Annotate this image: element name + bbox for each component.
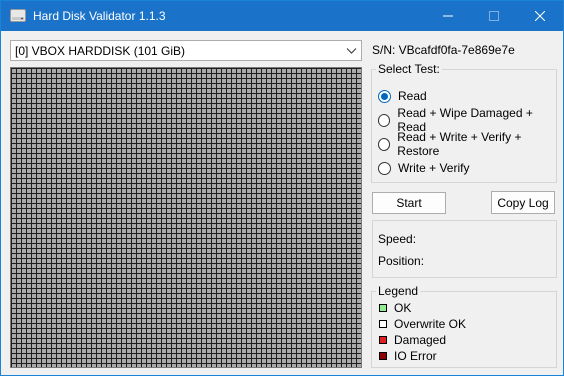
radio-read-label: Read bbox=[398, 89, 427, 103]
title-bar[interactable]: Hard Disk Validator 1.1.3 bbox=[1, 1, 563, 31]
legend-group: Legend OK Overwrite OK Damaged IO Error bbox=[371, 284, 557, 368]
radio-write-verify-label: Write + Verify bbox=[398, 161, 470, 175]
status-panel: Speed: Position: bbox=[372, 220, 557, 278]
legend-swatch-io-error bbox=[379, 352, 387, 360]
legend-title: Legend bbox=[378, 284, 419, 298]
radio-write-verify-indicator[interactable] bbox=[378, 161, 391, 175]
window-title: Hard Disk Validator 1.1.3 bbox=[33, 9, 166, 23]
minimize-icon bbox=[443, 15, 453, 17]
serial-number: S/N: VBcafdf0fa-7e869e7e bbox=[372, 43, 515, 57]
app-window: Hard Disk Validator 1.1.3 [0] VBOX HARDD… bbox=[0, 0, 564, 376]
legend-label-ok: OK bbox=[394, 301, 412, 315]
legend-label-damaged: Damaged bbox=[394, 333, 447, 347]
legend-label-overwrite-ok: Overwrite OK bbox=[394, 317, 467, 331]
legend-label-io-error: IO Error bbox=[394, 349, 437, 363]
maximize-button[interactable] bbox=[471, 1, 517, 31]
close-icon bbox=[535, 11, 545, 21]
position-label: Position: bbox=[378, 254, 425, 268]
block-map bbox=[10, 67, 362, 368]
disk-select-value: [0] VBOX HARDDISK (101 GiB) bbox=[15, 44, 186, 58]
legend-item-ok: OK bbox=[379, 301, 411, 315]
maximize-icon bbox=[489, 11, 499, 21]
hard-disk-icon bbox=[10, 9, 26, 22]
start-button[interactable]: Start bbox=[372, 192, 446, 214]
copy-log-button[interactable]: Copy Log bbox=[491, 191, 555, 214]
legend-item-overwrite-ok: Overwrite OK bbox=[379, 317, 466, 331]
legend-swatch-overwrite-ok bbox=[379, 320, 387, 328]
radio-read-write-verify-restore[interactable]: Read + Write + Verify + Restore bbox=[378, 130, 556, 158]
legend-item-io-error: IO Error bbox=[379, 349, 437, 363]
radio-write-verify[interactable]: Write + Verify bbox=[378, 160, 469, 176]
radio-read-indicator[interactable] bbox=[378, 89, 391, 103]
radio-read-write-verify-restore-indicator[interactable] bbox=[378, 137, 391, 151]
minimize-button[interactable] bbox=[425, 1, 471, 31]
radio-read-wipe-damaged-read-indicator[interactable] bbox=[378, 113, 391, 127]
legend-item-damaged: Damaged bbox=[379, 333, 446, 347]
radio-read[interactable]: Read bbox=[378, 88, 427, 104]
close-button[interactable] bbox=[517, 1, 563, 31]
radio-read-write-verify-restore-label: Read + Write + Verify + Restore bbox=[397, 130, 522, 158]
legend-swatch-ok bbox=[379, 304, 387, 312]
disk-select[interactable]: [0] VBOX HARDDISK (101 GiB) bbox=[10, 40, 362, 61]
block-map-grid bbox=[11, 68, 361, 367]
speed-label: Speed: bbox=[378, 232, 417, 246]
select-test-group: Select Test: Read Read + Wipe Damaged + … bbox=[371, 62, 557, 183]
radio-read-wipe-damaged-read[interactable]: Read + Wipe Damaged + Read bbox=[378, 106, 556, 134]
chevron-down-icon bbox=[346, 48, 357, 54]
select-test-legend: Select Test: bbox=[378, 62, 440, 76]
legend-swatch-damaged bbox=[379, 336, 387, 344]
